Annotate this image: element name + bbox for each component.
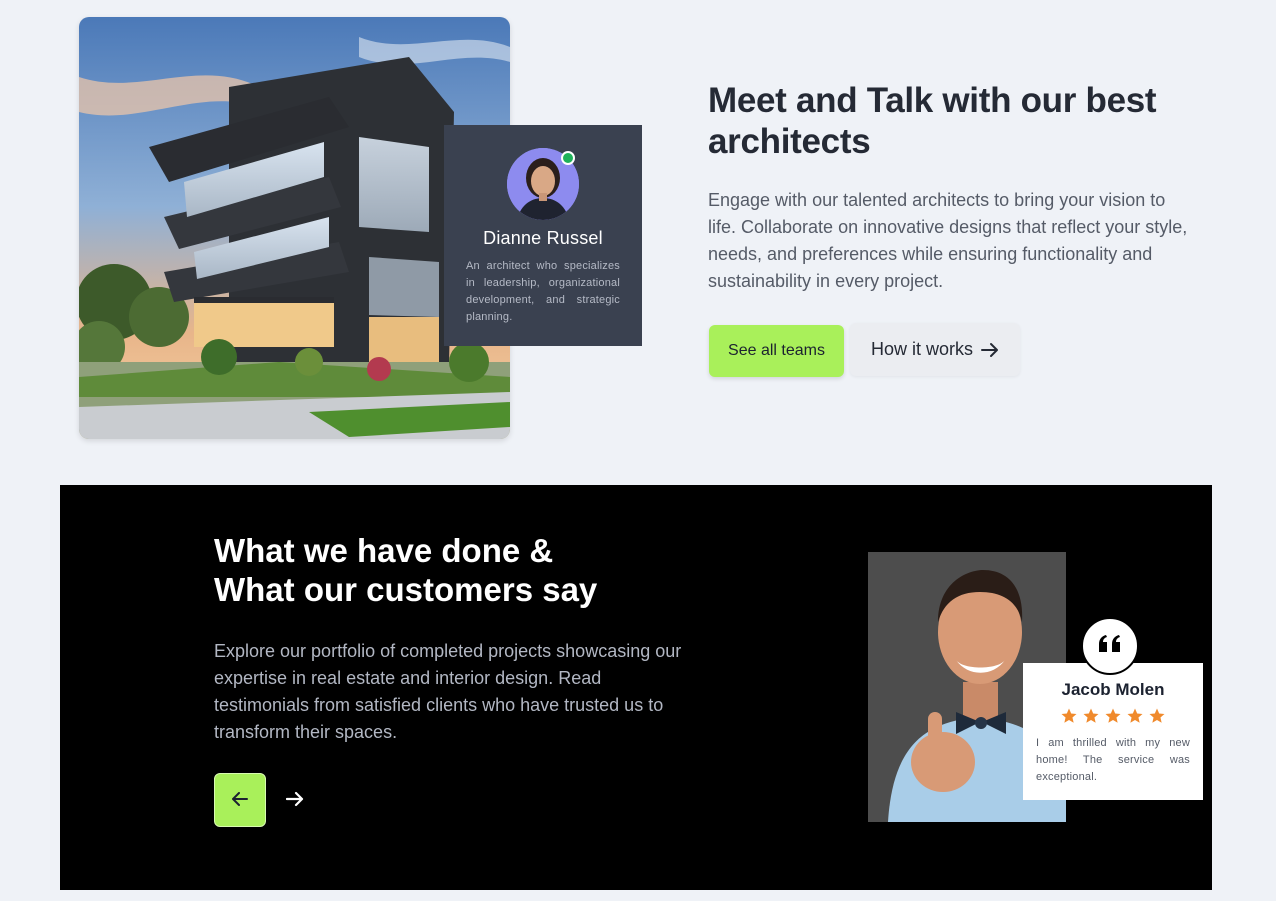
- star-icon: [1061, 708, 1077, 723]
- testimonials-description: Explore our portfolio of completed proje…: [214, 641, 682, 742]
- reviewer-name: Jacob Molen: [1061, 680, 1165, 699]
- testimonials-title-line1: What we have done &: [214, 532, 554, 569]
- how-it-works-label: How it works: [870, 339, 973, 359]
- arrow-right-icon: [285, 791, 304, 810]
- star-icon: [1127, 708, 1143, 723]
- next-button[interactable]: [282, 785, 308, 815]
- testimonials-section: What we have done & What our customers s…: [60, 485, 1212, 890]
- section-description: Engage with our talented architects to b…: [708, 190, 1188, 291]
- architect-description: An architect who specializes in leadersh…: [466, 260, 620, 323]
- quote-icon: [1097, 634, 1123, 659]
- star-icon: [1083, 708, 1099, 723]
- arrow-left-icon: [232, 791, 248, 809]
- review-text: I am thrilled with my new home! The serv…: [1036, 737, 1190, 783]
- online-status-indicator: [561, 151, 575, 165]
- architect-name: Dianne Russel: [483, 228, 603, 248]
- architect-card[interactable]: Dianne Russel An architect who specializ…: [444, 125, 642, 346]
- see-all-teams-button[interactable]: See all teams: [709, 325, 844, 377]
- testimonials-title-line2: What our customers say: [214, 571, 598, 608]
- quote-badge: [1081, 617, 1139, 675]
- star-icon: [1149, 708, 1165, 723]
- how-it-works-button[interactable]: How it works: [850, 323, 1020, 376]
- section-title: Meet and Talk with our best architects: [708, 81, 1157, 161]
- arrow-right-icon: [981, 342, 999, 358]
- review-card: Jacob Molen I am thrilled with my new ho…: [1023, 663, 1203, 800]
- star-icon: [1105, 708, 1121, 723]
- testimonials-title: What we have done & What our customers s…: [214, 531, 714, 609]
- previous-button[interactable]: [214, 773, 266, 827]
- rating-stars: [1023, 707, 1203, 725]
